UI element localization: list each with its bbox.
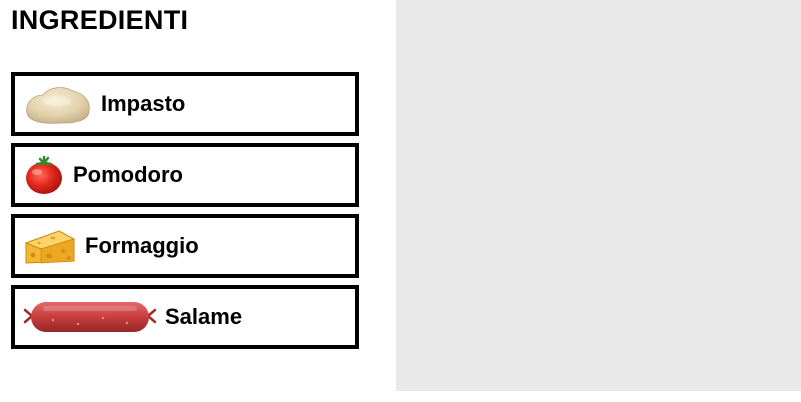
- ingredient-label: Pomodoro: [73, 162, 183, 187]
- dough-icon: [23, 83, 93, 125]
- ingredient-list: Impasto Pomodoro Formaggio Salame: [11, 72, 359, 356]
- pizza-drop-zone[interactable]: [396, 0, 801, 391]
- tomato-icon: [23, 154, 65, 196]
- ingredient-label: Formaggio: [85, 233, 199, 258]
- ingredient-card-pomodoro[interactable]: Pomodoro: [11, 143, 359, 207]
- ingredient-card-formaggio[interactable]: Formaggio: [11, 214, 359, 278]
- ingredient-card-impasto[interactable]: Impasto: [11, 72, 359, 136]
- ingredients-panel: INGREDIENTI Impasto Pomodoro Formaggio S…: [0, 0, 396, 402]
- ingredient-card-salame[interactable]: Salame: [11, 285, 359, 349]
- salami-icon: [23, 296, 157, 338]
- ingredients-heading: INGREDIENTI: [11, 5, 189, 35]
- ingredient-label: Impasto: [101, 91, 186, 116]
- ingredient-label: Salame: [165, 304, 243, 329]
- pizza-builder-page: INGREDIENTI Impasto Pomodoro Formaggio S…: [0, 0, 801, 402]
- cheese-icon: [23, 225, 77, 267]
